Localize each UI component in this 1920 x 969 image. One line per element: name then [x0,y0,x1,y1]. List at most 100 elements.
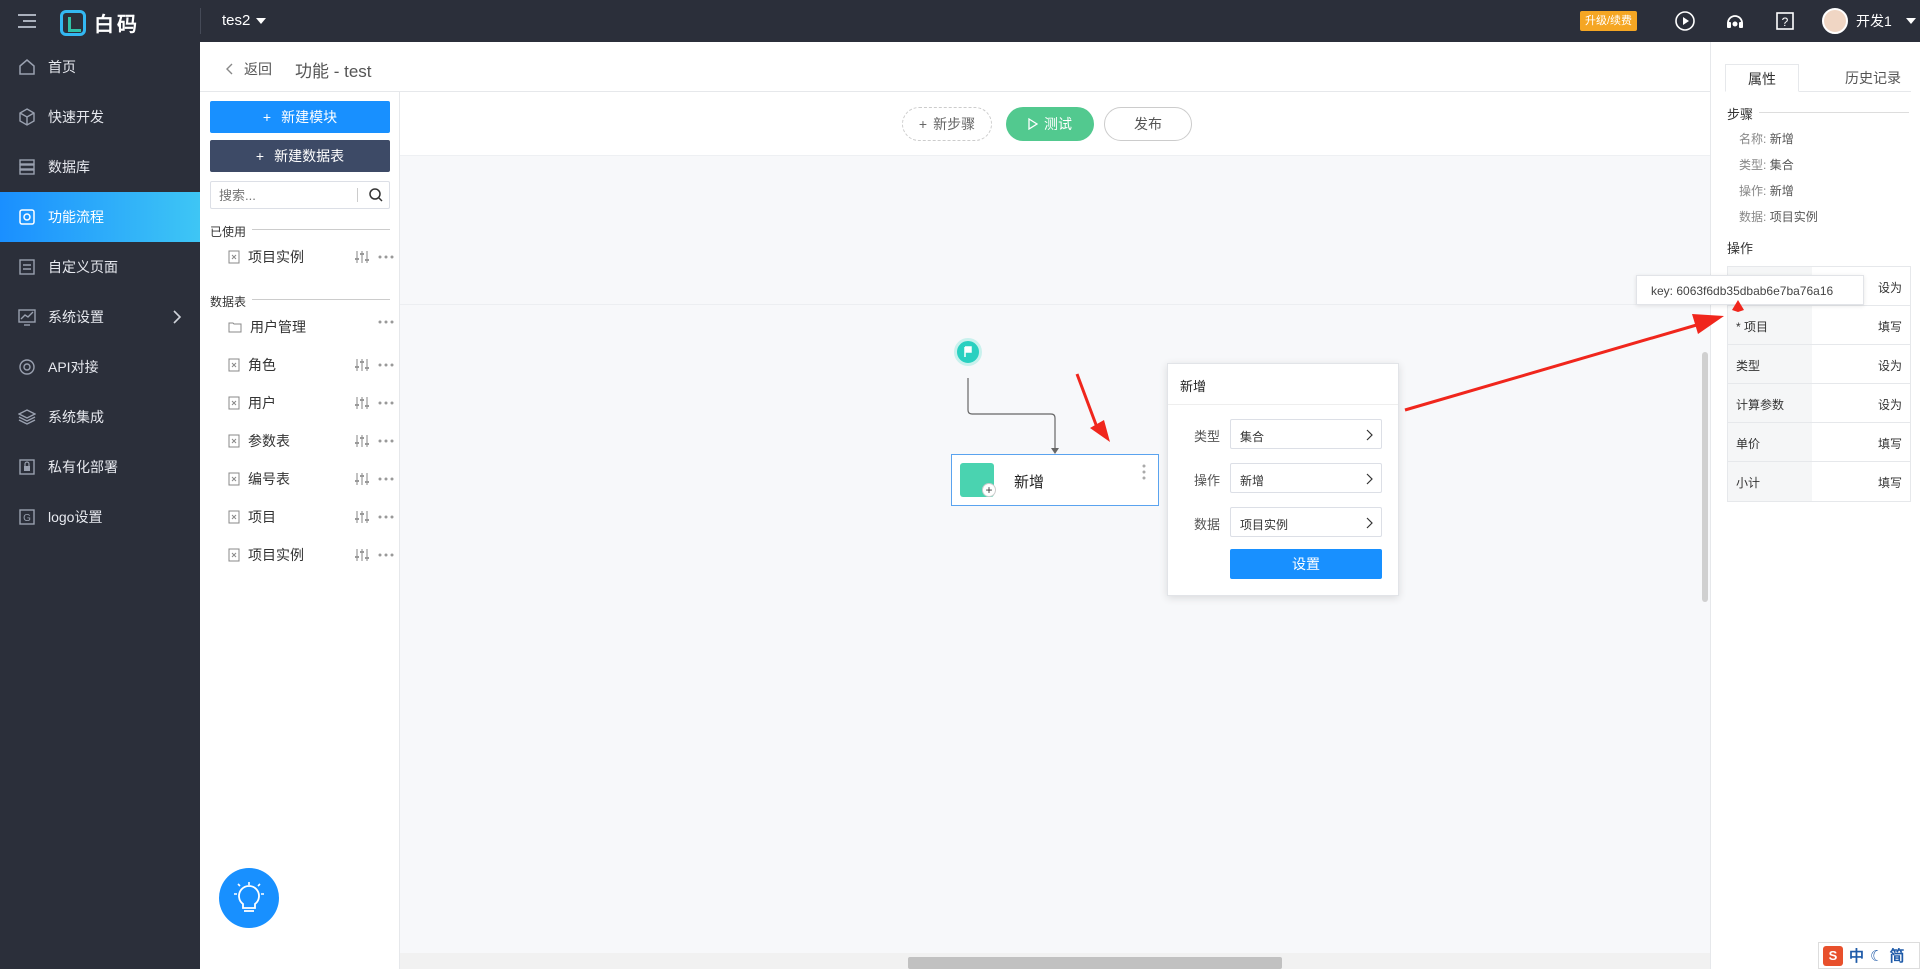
chevron-right-icon [1366,429,1373,441]
table-row[interactable]: 计算参数 设为 [1728,384,1910,423]
tips-button[interactable] [219,868,279,928]
new-module-button[interactable]: + 新建模块 [210,101,390,133]
tune-icon[interactable] [354,250,370,264]
sidebar-item-label: 数据库 [48,159,90,175]
start-node[interactable] [954,338,982,366]
table-item-project-instance[interactable]: 项目实例 [228,542,394,568]
ime-simplified[interactable]: 简 [1889,945,1904,966]
sidebar-item-private-deploy[interactable]: 私有化部署 [0,442,200,492]
home-icon [19,59,35,75]
sidebar-item-api[interactable]: API对接 [0,342,200,392]
app-logo[interactable]: 白码 [60,8,140,37]
search-icon[interactable] [368,187,384,203]
table-row[interactable]: 类型 设为 [1728,345,1910,384]
tune-icon[interactable] [354,510,370,524]
sidebar-item-database[interactable]: 数据库 [0,142,200,192]
sidebar-item-function-flow[interactable]: 功能流程 [0,192,200,242]
play-icon[interactable] [1674,10,1696,32]
vertical-dots-icon[interactable] [1142,464,1146,480]
sidebar-item-home[interactable]: 首页 [0,42,200,92]
ime-toolbar[interactable]: S 中 ☾ 简 [1818,942,1920,969]
lock-icon [19,459,35,475]
op-field-action[interactable]: 填写 [1812,306,1910,344]
new-table-button[interactable]: + 新建数据表 [210,140,390,172]
tune-icon[interactable] [354,396,370,410]
type-selector[interactable]: 集合 [1230,419,1382,449]
table-item-role[interactable]: 角色 [228,352,394,378]
tune-icon[interactable] [354,358,370,372]
more-dots-icon[interactable] [378,363,394,367]
tune-icon[interactable] [354,434,370,448]
sidebar-item-quick-dev[interactable]: 快速开发 [0,92,200,142]
caret-down-icon [1905,18,1916,24]
tree-item-label: 项目 [248,509,276,525]
more-dots-icon[interactable] [378,553,394,557]
sidebar-item-system-integration[interactable]: 系统集成 [0,392,200,442]
op-field-action[interactable]: 设为 [1812,384,1910,422]
table-row[interactable]: * 项目 填写 [1728,306,1910,345]
user-name: 开发1 [1856,13,1892,29]
user-menu[interactable]: 开发1 [1822,8,1916,34]
help-icon[interactable]: ? [1774,10,1796,32]
used-item-project-instance[interactable]: 项目实例 [228,244,394,270]
tree-item-label: 编号表 [248,471,290,487]
step-section-title: 步骤 [1727,107,1754,122]
project-selector[interactable]: tes2 [222,12,267,29]
op-field-action[interactable]: 填写 [1812,462,1910,501]
flow-canvas[interactable]: + 新步骤 测试 发布 + 新增 新增 类型 集合 操作 新增 数据 项目实例 设… [400,92,1710,969]
database-icon [19,159,35,175]
support-headset-icon[interactable] [1724,10,1746,32]
tab-history[interactable]: 历史记录 [1823,64,1920,92]
table-row[interactable]: 小计 填写 [1728,462,1910,501]
tab-properties[interactable]: 属性 [1725,64,1799,92]
data-selector[interactable]: 项目实例 [1230,507,1382,537]
new-module-label: 新建模块 [281,109,338,125]
table-item-numbering[interactable]: 编号表 [228,466,394,492]
tune-icon[interactable] [354,548,370,562]
data-value: 项目实例 [1240,518,1289,532]
table-item-user-management[interactable]: 用户管理 [228,314,394,340]
menu-toggle-icon[interactable] [18,13,36,29]
ime-moon-icon[interactable]: ☾ [1870,947,1883,965]
more-dots-icon[interactable] [378,439,394,443]
upgrade-badge[interactable]: 升级/续费 [1580,11,1638,31]
group-divider [252,299,390,300]
search-input[interactable] [211,182,351,208]
tune-icon[interactable] [354,472,370,486]
op-field-action[interactable]: 填写 [1812,423,1910,461]
op-field-action[interactable]: 设为 [1812,345,1910,383]
settings-button[interactable]: 设置 [1230,549,1382,579]
table-item-params[interactable]: 参数表 [228,428,394,454]
operation-selector[interactable]: 新增 [1230,463,1382,493]
plus-icon: + [262,109,272,125]
table-item-user[interactable]: 用户 [228,390,394,416]
step-config-popup: 新增 类型 集合 操作 新增 数据 项目实例 设置 [1167,363,1399,596]
table-row[interactable]: 单价 填写 [1728,423,1910,462]
vertical-scrollbar[interactable] [1702,352,1708,602]
sidebar-item-system-settings[interactable]: 系统设置 [0,292,200,342]
svg-text:?: ? [1782,15,1789,29]
avatar [1822,8,1848,34]
step-node-add[interactable]: + 新增 [951,454,1159,506]
horizontal-scrollbar[interactable] [400,953,1710,969]
upgrade-label: 升级/续费 [1585,15,1633,27]
ime-logo-icon: S [1823,945,1843,966]
tree-item-label: 项目实例 [248,547,304,563]
more-dots-icon[interactable] [378,477,394,481]
tree-item-label: 用户管理 [250,319,306,335]
back-button[interactable]: 返回 [226,59,272,79]
more-dots-icon[interactable] [378,401,394,405]
sidebar-item-logo-settings[interactable]: G logo设置 [0,492,200,542]
page-header: 返回 功能 - test [200,42,1710,92]
sidebar-item-label: 功能流程 [48,209,104,225]
ime-chinese-mode[interactable]: 中 [1849,945,1864,966]
more-dots-icon[interactable] [378,515,394,519]
more-dots-icon[interactable] [378,255,394,259]
step-field-name: 名称: 新增 [1739,130,1794,147]
step-field-data: 数据: 项目实例 [1739,208,1818,225]
scrollbar-thumb[interactable] [908,957,1282,969]
table-item-project[interactable]: 项目 [228,504,394,530]
sidebar-item-custom-page[interactable]: 自定义页面 [0,242,200,292]
more-dots-icon[interactable] [378,320,394,324]
cube-icon [19,108,35,126]
